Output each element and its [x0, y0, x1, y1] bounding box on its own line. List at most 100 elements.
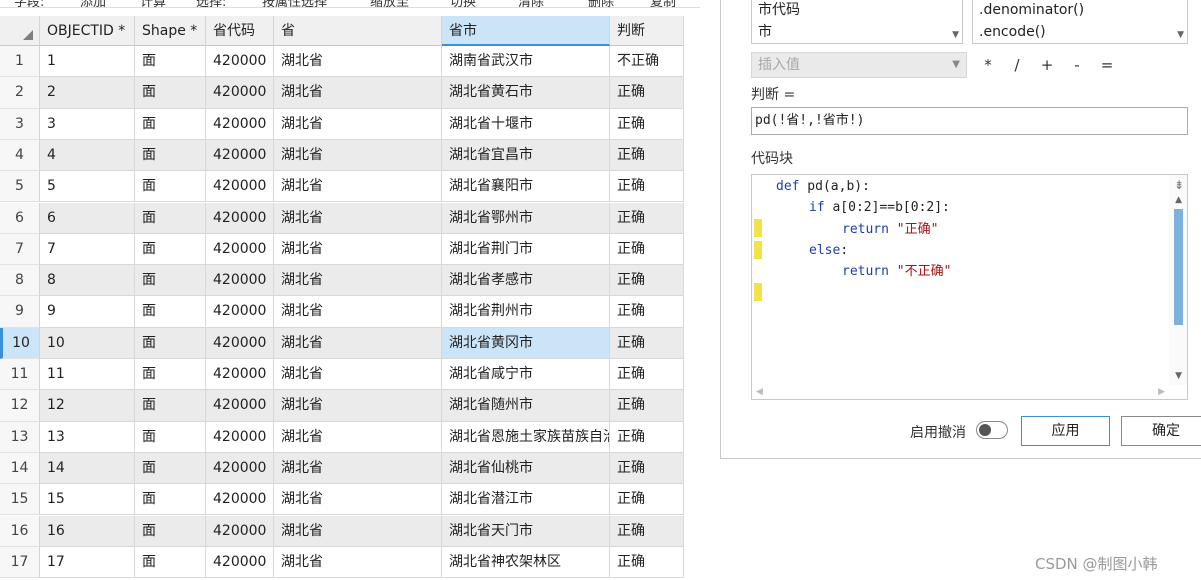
ok-button[interactable]: 确定 — [1121, 416, 1201, 446]
table-cell[interactable]: 正确 — [610, 515, 684, 547]
table-row[interactable]: 17 17 面 420000 湖北省 湖北省神农架林区 正确 — [0, 546, 684, 579]
table-cell[interactable]: 湖北省 — [274, 202, 442, 234]
table-cell[interactable]: 420000 — [206, 139, 274, 172]
toolbar-clear-button[interactable]: 清除 — [518, 0, 544, 7]
row-number[interactable]: 2 — [0, 77, 40, 109]
row-number[interactable]: 8 — [0, 265, 40, 297]
fields-list[interactable]: 市代码 市 ▼ — [751, 0, 963, 44]
code-vertical-scrollbar[interactable]: ⇟ ▲ ▼ — [1169, 175, 1187, 399]
table-row[interactable]: 6 6 面 420000 湖北省 湖北省鄂州市 正确 — [0, 202, 684, 234]
table-cell[interactable]: 420000 — [206, 390, 274, 422]
table-cell[interactable]: 正确 — [610, 359, 684, 391]
table-cell[interactable]: 面 — [135, 108, 206, 140]
table-cell[interactable]: 420000 — [206, 108, 274, 140]
row-number[interactable]: 7 — [0, 233, 40, 266]
table-cell[interactable]: 湖北省荆门市 — [442, 233, 610, 266]
row-number[interactable]: 16 — [0, 515, 40, 547]
table-cell[interactable]: 湖北省宜昌市 — [442, 139, 610, 172]
table-cell[interactable]: 湖北省 — [274, 327, 442, 359]
table-cell[interactable]: 正确 — [610, 108, 684, 140]
toolbar-add-button[interactable]: 添加 — [80, 0, 106, 7]
table-cell[interactable]: 湖北省荆州市 — [442, 296, 610, 328]
table-row[interactable]: 11 11 面 420000 湖北省 湖北省咸宁市 正确 — [0, 359, 684, 391]
table-cell[interactable]: 湖北省天门市 — [442, 515, 610, 547]
table-cell[interactable]: 湖北省鄂州市 — [442, 202, 610, 234]
table-cell[interactable]: 湖北省十堰市 — [442, 108, 610, 140]
operator-divide-button[interactable]: / — [1009, 55, 1025, 75]
table-cell[interactable]: 420000 — [206, 265, 274, 297]
table-cell[interactable]: 420000 — [206, 546, 274, 579]
table-cell[interactable]: 面 — [135, 327, 206, 359]
apply-button[interactable]: 应用 — [1021, 416, 1110, 446]
table-cell[interactable]: 正确 — [610, 202, 684, 234]
row-number[interactable]: 6 — [0, 202, 40, 234]
table-row[interactable]: 7 7 面 420000 湖北省 湖北省荆门市 正确 — [0, 233, 684, 266]
table-cell[interactable]: 4 — [40, 139, 135, 172]
table-cell[interactable]: 正确 — [610, 265, 684, 297]
table-row[interactable]: 15 15 面 420000 湖北省 湖北省潜江市 正确 — [0, 484, 684, 516]
table-cell[interactable]: 420000 — [206, 296, 274, 328]
table-cell[interactable]: 420000 — [206, 359, 274, 391]
table-cell[interactable]: 面 — [135, 46, 206, 78]
table-cell[interactable]: 湖北省 — [274, 484, 442, 516]
table-cell[interactable]: 面 — [135, 202, 206, 234]
table-cell[interactable]: 湖北省神农架林区 — [442, 546, 610, 579]
column-header-province[interactable]: 省 — [274, 16, 442, 46]
operator-equals-button[interactable]: = — [1099, 55, 1115, 75]
insert-value-dropdown[interactable]: 插入值 ▼ — [751, 52, 967, 78]
table-row[interactable]: 9 9 面 420000 湖北省 湖北省荆州市 正确 — [0, 296, 684, 328]
table-cell[interactable]: 面 — [135, 484, 206, 516]
column-header-province-city[interactable]: 省市 — [442, 16, 610, 46]
table-cell[interactable]: 9 — [40, 296, 135, 328]
row-number[interactable]: 3 — [0, 108, 40, 140]
table-cell[interactable]: 湖北省随州市 — [442, 390, 610, 422]
code-horizontal-scrollbar[interactable]: ◀ ▶ — [752, 385, 1187, 399]
table-row[interactable]: 3 3 面 420000 湖北省 湖北省十堰市 正确 — [0, 108, 684, 140]
table-cell[interactable]: 面 — [135, 452, 206, 485]
fields-list-scrollbar[interactable]: ▼ — [946, 0, 962, 43]
table-row[interactable]: 4 4 面 420000 湖北省 湖北省宜昌市 正确 — [0, 139, 684, 172]
table-cell[interactable]: 正确 — [610, 327, 684, 359]
table-cell[interactable]: 420000 — [206, 484, 274, 516]
table-cell[interactable]: 湖北省 — [274, 515, 442, 547]
table-cell[interactable]: 15 — [40, 484, 135, 516]
table-cell[interactable]: 湖北省 — [274, 546, 442, 579]
toolbar-calculate-button[interactable]: 计算 — [140, 0, 166, 7]
scroll-up-arrow-icon[interactable]: ▲ — [1175, 195, 1182, 205]
table-cell[interactable]: 14 — [40, 452, 135, 485]
table-cell[interactable]: 湖北省 — [274, 296, 442, 328]
table-cell[interactable]: 湖北省咸宁市 — [442, 359, 610, 391]
row-number[interactable]: 9 — [0, 296, 40, 328]
table-cell[interactable]: 正确 — [610, 484, 684, 516]
table-cell[interactable]: 湖北省仙桃市 — [442, 452, 610, 485]
table-row[interactable]: 5 5 面 420000 湖北省 湖北省襄阳市 正确 — [0, 171, 684, 203]
table-cell[interactable]: 湖北省襄阳市 — [442, 171, 610, 203]
table-cell[interactable]: 湖北省黄石市 — [442, 77, 610, 109]
table-row[interactable]: 1313面420000湖北省湖北省恩施土家族苗族自治州正确 — [0, 421, 684, 453]
table-cell[interactable]: 正确 — [610, 171, 684, 203]
table-cell[interactable]: 8 — [40, 265, 135, 297]
table-cell[interactable]: 面 — [135, 171, 206, 203]
table-cell[interactable]: 420000 — [206, 452, 274, 485]
table-cell[interactable]: 湖北省 — [274, 108, 442, 140]
table-cell[interactable]: 面 — [135, 77, 206, 109]
list-item[interactable]: .encode() — [973, 21, 1187, 43]
table-cell[interactable]: 11 — [40, 359, 135, 391]
table-cell[interactable]: 10 — [40, 327, 135, 359]
table-row[interactable]: 1 1 面 420000 湖北省 湖南省武汉市 不正确 — [0, 46, 684, 78]
table-cell[interactable]: 420000 — [206, 171, 274, 203]
table-cell[interactable]: 面 — [135, 233, 206, 266]
table-cell[interactable]: 面 — [135, 139, 206, 172]
table-cell[interactable]: 湖北省 — [274, 452, 442, 485]
table-cell[interactable]: 正确 — [610, 421, 684, 453]
table-cell[interactable]: 420000 — [206, 202, 274, 234]
table-cell[interactable]: 420000 — [206, 515, 274, 547]
table-cell[interactable]: 面 — [135, 515, 206, 547]
row-number[interactable]: 4 — [0, 139, 40, 172]
table-cell[interactable]: 正确 — [610, 390, 684, 422]
table-cell[interactable]: 面 — [135, 390, 206, 422]
toolbar-select-by-attribute-button[interactable]: 按属性选择 — [262, 0, 327, 7]
table-cell[interactable]: 湖南省武汉市 — [442, 46, 610, 78]
scroll-down-arrow-icon[interactable]: ▼ — [1177, 30, 1184, 40]
helpers-list-scrollbar[interactable]: ▼ — [1171, 0, 1187, 43]
